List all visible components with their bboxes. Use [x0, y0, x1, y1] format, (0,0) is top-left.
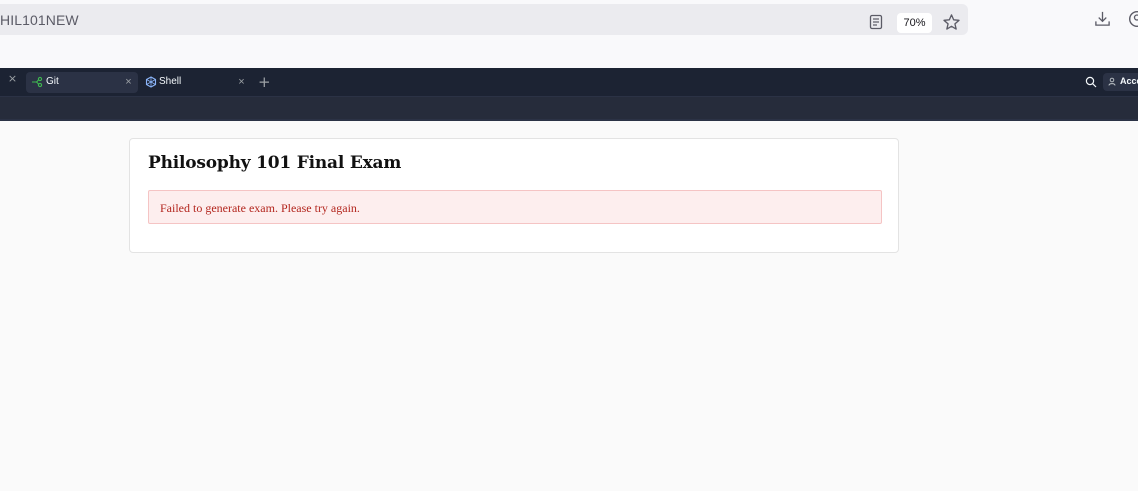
- close-icon[interactable]: ×: [123, 77, 134, 88]
- account-label: Acce: [1120, 76, 1138, 86]
- user-icon: [1108, 77, 1116, 86]
- search-icon[interactable]: [1085, 76, 1097, 88]
- tab-git[interactable]: Git ×: [26, 72, 138, 93]
- account-button[interactable]: Acce: [1103, 73, 1138, 91]
- address-bar[interactable]: HIL101NEW 70%: [0, 4, 968, 35]
- download-icon[interactable]: [1094, 10, 1111, 27]
- workspace-tab-bar: × Git × Shell ×: [0, 68, 1138, 97]
- tab-shell[interactable]: Shell ×: [140, 72, 252, 93]
- close-icon[interactable]: ×: [236, 77, 247, 88]
- subbar-strip: [0, 97, 1138, 119]
- shell-icon: [145, 76, 157, 88]
- browser-toolbar: HIL101NEW 70%: [0, 0, 1138, 68]
- error-message: Failed to generate exam. Please try agai…: [160, 201, 360, 215]
- workspace-subbar: [0, 97, 1138, 121]
- url-text[interactable]: HIL101NEW: [0, 12, 79, 28]
- close-icon[interactable]: ×: [7, 73, 18, 84]
- account-icon[interactable]: [1128, 10, 1138, 28]
- error-alert: Failed to generate exam. Please try agai…: [148, 190, 882, 224]
- tab-label: Git: [46, 76, 59, 87]
- zoom-level-button[interactable]: 70%: [897, 13, 932, 33]
- exam-card: Philosophy 101 Final Exam Failed to gene…: [129, 138, 899, 253]
- git-icon: [32, 76, 43, 88]
- reader-view-icon[interactable]: [868, 14, 884, 30]
- star-icon[interactable]: [942, 13, 961, 32]
- page-title: Philosophy 101 Final Exam: [148, 153, 402, 173]
- new-tab-icon[interactable]: +: [258, 75, 271, 90]
- tab-label: Shell: [159, 76, 182, 87]
